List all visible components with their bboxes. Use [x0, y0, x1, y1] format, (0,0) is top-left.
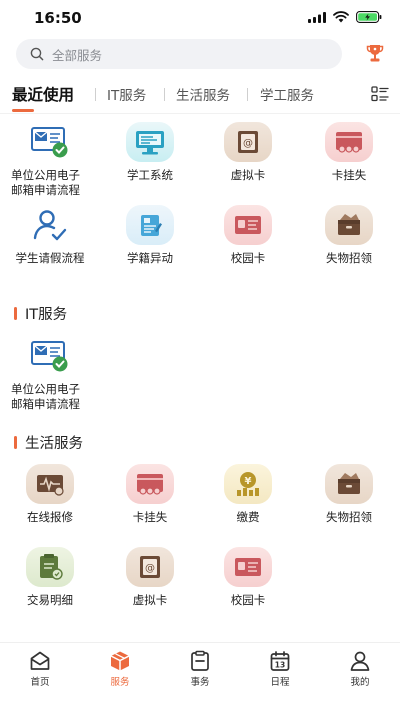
email-check-icon: [26, 122, 74, 162]
service-label: 单位公用电子邮箱申请流程: [11, 168, 80, 197]
virtual-card-icon: @: [224, 122, 272, 162]
calendar-icon: 13: [270, 651, 290, 671]
nav-services[interactable]: 服务: [90, 649, 150, 688]
service-label: 失物招领: [326, 510, 372, 524]
trophy-icon[interactable]: [364, 42, 386, 64]
service-label: 学籍异动: [127, 251, 173, 265]
virtual-card-icon: @: [126, 547, 174, 587]
nav-label: 首页: [30, 677, 50, 688]
tab-recent[interactable]: 最近使用: [12, 83, 74, 105]
tab-student-affairs[interactable]: 学工服务: [260, 84, 314, 104]
service-student-work-system[interactable]: 学工系统: [104, 122, 196, 183]
student-record-icon: [126, 205, 174, 245]
search-input[interactable]: 全部服务: [16, 39, 342, 69]
service-student-leave[interactable]: 学生请假流程: [4, 205, 96, 266]
nav-profile[interactable]: 我的: [330, 649, 390, 688]
service-student-status-change[interactable]: 学籍异动: [104, 205, 196, 266]
service-label: 学生请假流程: [15, 251, 85, 265]
service-email-application[interactable]: 单位公用电子邮箱申请流程: [4, 336, 96, 412]
tab-divider: [164, 88, 165, 101]
service-lost-and-found[interactable]: 失物招领: [303, 205, 395, 266]
calendar-day: 13: [275, 661, 285, 670]
service-lost-and-found[interactable]: 失物招领: [303, 464, 395, 525]
service-label: 失物招领: [326, 251, 372, 265]
service-label: 单位公用电子邮箱申请流程: [11, 382, 80, 411]
service-card-loss-report[interactable]: 卡挂失: [303, 122, 395, 183]
section-header-life: 生活服务: [14, 432, 83, 453]
monitor-icon: [126, 122, 174, 162]
service-virtual-card[interactable]: @ 虚拟卡: [104, 547, 196, 608]
service-label: 校园卡: [230, 593, 266, 607]
service-label: 在线报修: [27, 510, 73, 524]
person-check-icon: [26, 205, 74, 245]
svg-text:¥: ¥: [245, 476, 252, 487]
wifi-icon: [333, 11, 349, 23]
svg-text:@: @: [145, 563, 155, 574]
status-icons: [308, 11, 382, 23]
service-card-loss-report[interactable]: 卡挂失: [104, 464, 196, 525]
tab-it-services[interactable]: IT服务: [107, 84, 146, 104]
campus-card-icon: [224, 205, 272, 245]
card-loss-icon: [325, 122, 373, 162]
repair-terminal-icon: [26, 464, 74, 504]
section-marker: [14, 436, 17, 449]
nav-home[interactable]: 首页: [10, 649, 70, 688]
service-label: 缴费: [236, 510, 260, 524]
nav-label: 服务: [110, 677, 130, 688]
service-box-icon: [110, 651, 130, 671]
grid-list-icon[interactable]: [371, 86, 389, 102]
card-loss-icon: [126, 464, 174, 504]
tabs-divider: [0, 113, 400, 114]
signal-icon: [308, 11, 326, 23]
service-payment[interactable]: ¥ 缴费: [202, 464, 294, 525]
section-header-it: IT服务: [14, 303, 67, 324]
service-label: 交易明细: [27, 593, 73, 607]
service-transaction-details[interactable]: 交易明细: [4, 547, 96, 608]
tab-divider: [247, 88, 248, 101]
payment-coin-icon: ¥: [224, 464, 272, 504]
status-bar: 16:50: [0, 0, 400, 36]
service-label: 虚拟卡: [132, 593, 168, 607]
home-icon: [30, 651, 50, 670]
service-label: 虚拟卡: [230, 168, 266, 182]
section-title: IT服务: [25, 307, 68, 323]
nav-label: 事务: [190, 677, 210, 688]
lost-found-box-icon: [325, 464, 373, 504]
tab-life-services[interactable]: 生活服务: [176, 84, 230, 104]
service-email-application[interactable]: 单位公用电子邮箱申请流程: [4, 122, 96, 198]
email-check-icon: [26, 336, 74, 376]
svg-text:@: @: [243, 138, 253, 149]
status-time: 16:50: [34, 9, 82, 27]
user-icon: [350, 651, 370, 671]
battery-charging-icon: [356, 11, 382, 23]
nav-label: 我的: [350, 677, 370, 688]
section-marker: [14, 307, 17, 320]
service-label: 校园卡: [230, 251, 266, 265]
search-placeholder: 全部服务: [52, 47, 103, 63]
service-campus-card[interactable]: 校园卡: [202, 205, 294, 266]
nav-affairs[interactable]: 事务: [170, 649, 230, 688]
service-online-repair[interactable]: 在线报修: [4, 464, 96, 525]
service-label: 学工系统: [127, 168, 173, 182]
service-campus-card[interactable]: 校园卡: [202, 547, 294, 608]
service-label: 卡挂失: [132, 510, 168, 524]
tab-divider: [95, 88, 96, 101]
clipboard-icon: [191, 650, 209, 671]
lost-found-box-icon: [325, 205, 373, 245]
nav-label: 日程: [270, 677, 290, 688]
search-icon: [30, 47, 44, 61]
transaction-detail-icon: [26, 547, 74, 587]
bottom-nav: 首页 服务 事务 13 日程 我的: [0, 642, 400, 710]
active-tab-indicator: [12, 109, 34, 112]
service-label: 卡挂失: [331, 168, 367, 182]
campus-card-icon: [224, 547, 272, 587]
section-title: 生活服务: [25, 436, 83, 452]
service-tabs: 最近使用 IT服务 生活服务 学工服务: [0, 78, 400, 114]
nav-schedule[interactable]: 13 日程: [250, 649, 310, 688]
service-virtual-card[interactable]: @ 虚拟卡: [202, 122, 294, 183]
